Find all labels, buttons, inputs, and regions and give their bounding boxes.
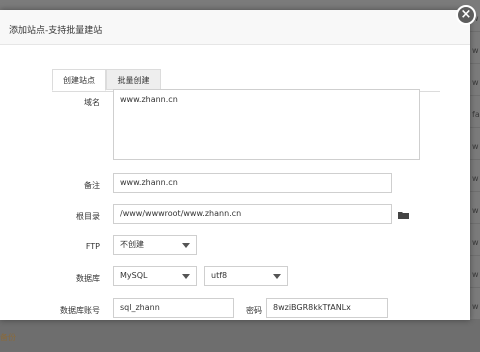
ftp-select-value: 不创建 — [120, 240, 144, 249]
domain-label: 域名 — [84, 98, 100, 107]
chevron-down-icon — [182, 243, 190, 248]
ftp-select[interactable]: 不创建 — [113, 235, 197, 255]
chevron-down-icon — [273, 274, 281, 279]
dialog-title: 添加站点-支持批量建站 — [9, 26, 103, 36]
root-dir-label: 根目录 — [76, 212, 100, 221]
database-type-value: MySQL — [120, 271, 148, 280]
close-icon[interactable]: × — [456, 5, 476, 25]
password-input[interactable]: 8wziBGR8kkTfANLx — [266, 298, 388, 318]
dialog-header: 添加站点-支持批量建站 — [0, 10, 470, 45]
ftp-label: FTP — [85, 242, 100, 251]
root-dir-input[interactable]: /www/wwwroot/www.zhann.cn — [113, 204, 392, 224]
database-charset-select[interactable]: utf8 — [204, 266, 288, 286]
database-label: 数据库 — [76, 274, 100, 283]
db-account-label: 数据库账号 — [60, 306, 100, 315]
database-charset-value: utf8 — [211, 271, 228, 280]
note-input[interactable]: www.zhann.cn — [113, 173, 392, 193]
database-type-select[interactable]: MySQL — [113, 266, 197, 286]
chevron-down-icon — [182, 274, 190, 279]
password-label: 密码 — [246, 306, 262, 315]
tab-batch-create[interactable]: 批量创建 — [106, 69, 161, 90]
domain-textarea[interactable]: www.zhann.cn — [113, 89, 420, 160]
tab-create-site[interactable]: 创建站点 — [52, 69, 106, 91]
folder-icon[interactable] — [398, 211, 409, 219]
note-label: 备注 — [84, 181, 100, 190]
list-item: 备份 — [0, 320, 28, 352]
